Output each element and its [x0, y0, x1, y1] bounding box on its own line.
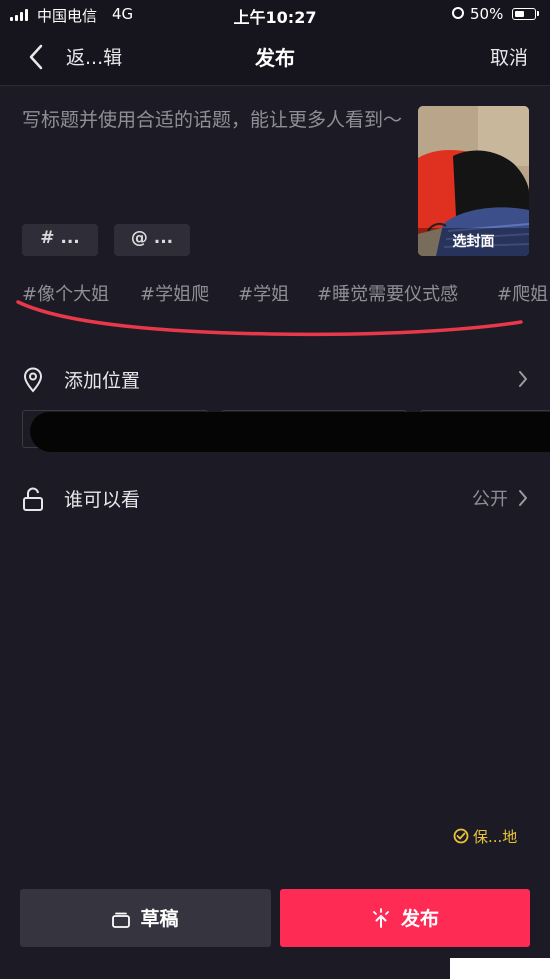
- select-cover-label: 选封面: [418, 228, 529, 256]
- unlock-icon: [23, 487, 43, 511]
- orientation-lock-icon: [452, 7, 464, 19]
- hashtag-chip[interactable]: # ...: [22, 224, 98, 256]
- redaction-mark: [30, 412, 550, 452]
- clock: 上午10:27: [233, 8, 317, 27]
- corner-artifact: [450, 958, 550, 979]
- caption-input[interactable]: 写标题并使用合适的话题，能让更多人看到～: [22, 106, 402, 134]
- location-pin-icon: [23, 367, 43, 393]
- topic-suggestion[interactable]: #学姐爬: [140, 280, 209, 306]
- draft-label: 草稿: [140, 908, 179, 930]
- cancel-button[interactable]: 取消: [490, 43, 528, 70]
- visibility-row[interactable]: 谁可以看 公开: [0, 470, 550, 526]
- status-bar: 中国电信 4G 上午10:27 50%: [0, 0, 550, 30]
- publish-button[interactable]: 发布: [280, 889, 530, 947]
- chevron-right-icon: [519, 371, 527, 387]
- topic-suggestion[interactable]: #爬姐: [497, 280, 548, 306]
- battery-icon: [512, 8, 536, 20]
- chevron-right-icon: [519, 490, 527, 506]
- topic-suggestion[interactable]: #睡觉需要仪式感: [317, 280, 458, 306]
- draft-icon: [112, 912, 131, 928]
- save-local-label: 保...地: [473, 828, 518, 846]
- mention-chip[interactable]: @ ...: [114, 224, 190, 256]
- battery-percent: 50%: [470, 5, 504, 23]
- sparkle-publish-icon: [373, 908, 389, 928]
- draft-button[interactable]: 草稿: [20, 889, 271, 947]
- battery-tip: [537, 11, 539, 16]
- cover-thumbnail[interactable]: 选封面: [418, 106, 529, 256]
- topic-suggestion[interactable]: #学姐: [238, 280, 289, 306]
- add-location-label: 添加位置: [64, 370, 141, 392]
- add-location-row[interactable]: 添加位置: [0, 351, 550, 407]
- visibility-label: 谁可以看: [64, 489, 141, 511]
- page-title: 发布: [255, 46, 295, 70]
- check-circle-icon: [453, 828, 469, 844]
- publish-label: 发布: [400, 908, 439, 930]
- topic-suggestion[interactable]: #像个大姐: [22, 280, 109, 306]
- visibility-value: 公开: [472, 489, 508, 510]
- nav-bar: 返...辑 发布 取消: [0, 30, 550, 86]
- mention-chip-label: @ ...: [130, 228, 174, 248]
- hashtag-chip-label: # ...: [40, 228, 80, 248]
